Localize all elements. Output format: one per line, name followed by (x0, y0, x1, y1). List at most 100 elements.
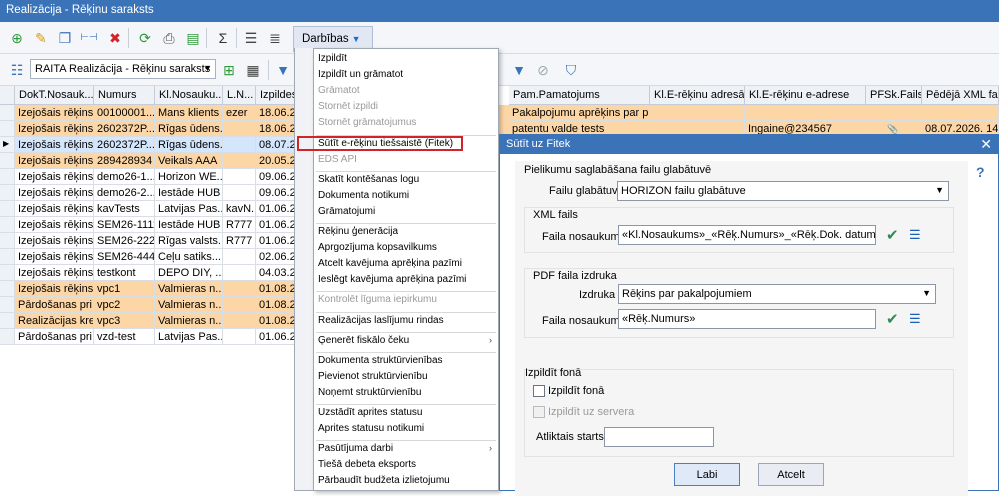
menu-item[interactable]: Tiešā debeta eksports (318, 459, 416, 470)
highlight-box (297, 136, 463, 151)
column-header[interactable]: PFSk.Fails (866, 86, 922, 105)
table-cell: Latvijas Pas... (155, 201, 223, 217)
close-icon[interactable]: ✕ (980, 136, 992, 153)
filter-icon[interactable]: ▼ (274, 61, 292, 79)
table-cell: 01.08.2 (256, 281, 296, 297)
table-cell: DEPO DIY, ... (155, 265, 223, 281)
table-cell: kavTests (94, 201, 155, 217)
column-header[interactable]: L.N... (223, 86, 256, 105)
pdf-name-field[interactable]: «Rēķ.Numurs» (618, 309, 876, 329)
column-header[interactable]: DokT.Nosauk... (15, 86, 94, 105)
delayed-start-field[interactable] (604, 427, 714, 447)
table-cell: Realizācijas kre... (15, 313, 94, 329)
field-list-icon[interactable]: ☰ (909, 311, 921, 327)
table-cell (223, 297, 256, 313)
row-indicator-header (0, 86, 15, 105)
menu-item[interactable]: Noņemt struktūrvienību (318, 387, 421, 398)
menu-item[interactable]: Aprites statusu notikumi (318, 423, 424, 434)
column-header[interactable]: Pēdējā XML faila (922, 86, 999, 105)
table-cell: Izejošais rēķins (15, 105, 94, 121)
table-cell: Valmieras n... (155, 313, 223, 329)
menu-item[interactable]: Ģenerēt fiskālo čeku (318, 335, 409, 346)
help-icon[interactable]: ? (976, 164, 985, 180)
table-row[interactable]: Izejošais rēķins 00100001... Mans klients … (0, 105, 999, 121)
menu-item[interactable]: Pārbaudīt budžeta izlietojumu (318, 475, 450, 486)
menu-item[interactable]: Dokumenta struktūrvienības (318, 355, 443, 366)
menu-item[interactable]: Atcelt kavējuma aprēķina pazīmi (318, 258, 462, 269)
table-cell: Izejošais rēķins (15, 281, 94, 297)
view-settings-icon[interactable]: ▦ (244, 61, 262, 79)
menu-item[interactable]: Grāmatojumi (318, 206, 375, 217)
table-cell: 289428934 (94, 153, 155, 169)
send-to-fitek-dialog: Sūtīt uz Fitek ✕ ? Pielikumu saglabāšana… (499, 134, 999, 496)
column-header[interactable]: Numurs (94, 86, 155, 105)
row-indicator (0, 297, 15, 313)
menu-item[interactable]: Izpildīt (318, 53, 347, 64)
column-header[interactable]: Kl.E-rēķinu e-adrese (745, 86, 866, 105)
table-cell: Pārdošanas pri... (15, 297, 94, 313)
menu-item[interactable]: Rēķinu ģenerācija (318, 226, 398, 237)
menu-item[interactable]: Ieslēgt kavējuma aprēķina pazīmi (318, 274, 466, 285)
table-cell: Izejošais rēķins (15, 169, 94, 185)
row-indicator (0, 105, 15, 121)
group-filter-icon[interactable]: ⛉ (562, 61, 580, 79)
menu-item[interactable]: Izpildīt un grāmatot (318, 69, 403, 80)
add-icon[interactable]: ⊕ (8, 29, 26, 47)
copy-icon[interactable]: ❐ (56, 29, 74, 47)
cancel-button[interactable]: Atcelt (758, 463, 824, 486)
list-view-icon[interactable]: ☰ (242, 29, 260, 47)
column-header[interactable]: Kl.Nosauku... (155, 86, 223, 105)
menu-item: Stornēt izpildi (318, 101, 379, 113)
menu-item[interactable]: Pasūtījuma darbi (318, 443, 393, 454)
ok-button[interactable]: Labi (674, 463, 740, 486)
paperclip-icon[interactable]: 📎 (887, 124, 898, 134)
filter-active-icon[interactable]: ▼ (510, 61, 528, 79)
check-icon[interactable]: ✔ (886, 226, 899, 244)
menu-item[interactable]: Uzstādīt aprites statusu (318, 407, 423, 418)
export-icon[interactable]: ▤ (184, 29, 202, 47)
columns-icon[interactable]: ≣ (266, 29, 284, 47)
table-cell: Izejošais rēķins (15, 185, 94, 201)
table-cell (223, 185, 256, 201)
column-header[interactable]: Pam.Pamatojums (509, 86, 650, 105)
row-indicator (0, 153, 15, 169)
row-indicator (0, 313, 15, 329)
menu-item[interactable]: Pievienot struktūrvienību (318, 371, 428, 382)
table-cell: vpc1 (94, 281, 155, 297)
run-in-background-checkbox[interactable] (533, 385, 545, 397)
storage-select[interactable]: HORIZON failu glabātuve ▼ (617, 181, 949, 201)
delete-icon[interactable]: ✖ (106, 29, 124, 47)
xml-name-field[interactable]: «Kl.Nosaukums»_«Rēķ.Numurs»_«Rēķ.Dok. da… (618, 225, 876, 245)
menu-item[interactable]: Skatīt kontēšanas logu (318, 174, 419, 185)
refresh-icon[interactable]: ⟳ (136, 29, 154, 47)
sum-icon[interactable]: Σ (214, 29, 232, 47)
table-cell: Latvijas Pas... (155, 329, 223, 345)
edit-icon[interactable]: ✎ (32, 29, 50, 47)
menu-separator (316, 311, 496, 313)
check-icon[interactable]: ✔ (886, 310, 899, 328)
table-cell: 01.08.2 (256, 297, 296, 313)
table-cell: vpc3 (94, 313, 155, 329)
table-cell: Rīgas ūdens... (155, 121, 223, 137)
menu-item[interactable]: Realizācijas laslījumu rindas (318, 315, 444, 326)
table-cell (223, 153, 256, 169)
menu-separator (316, 170, 496, 172)
menu-item[interactable]: Dokumenta notikumi (318, 190, 409, 201)
split-icon[interactable]: ⊢⊣ (80, 29, 98, 47)
print-icon[interactable]: ⎙ (160, 29, 178, 47)
table-cell: 08.07.2 (256, 137, 296, 153)
print-select[interactable]: Rēķins par pakalpojumiem ▼ (618, 284, 936, 304)
column-header[interactable]: Kl.E-rēķinu adresāts (650, 86, 745, 105)
clear-filter-icon[interactable]: ⊘ (534, 61, 552, 79)
field-list-icon[interactable]: ☰ (909, 227, 921, 243)
menu-item: EDS API (318, 153, 357, 165)
menu-item[interactable]: Aprgozījuma kopsavilkums (318, 242, 437, 253)
view-list-icon[interactable]: ☷ (8, 61, 26, 79)
column-header[interactable]: Izpildes (256, 86, 296, 105)
add-view-icon[interactable]: ⊞ (220, 61, 238, 79)
row-indicator (0, 201, 15, 217)
table-cell: R777 (223, 233, 256, 249)
view-select[interactable]: RAITA Realizācija - Rēķinu saraksts ▼ (30, 59, 216, 79)
table-cell: Izejošais rēķins (15, 233, 94, 249)
table-cell (223, 313, 256, 329)
